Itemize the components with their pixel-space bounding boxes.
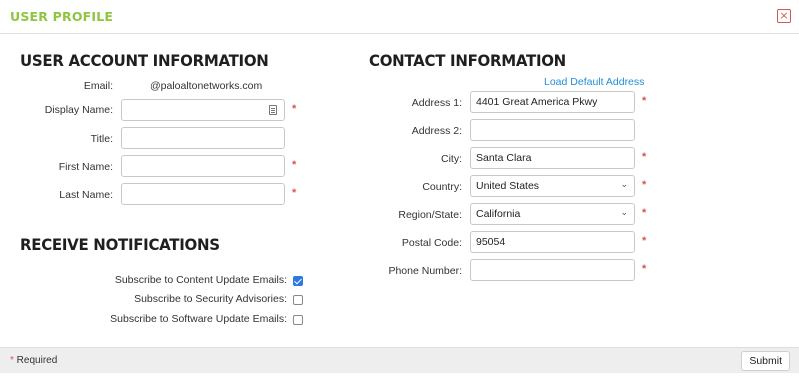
required-note-text: Required bbox=[13, 355, 58, 366]
country-select[interactable]: United States ⌄ bbox=[470, 175, 635, 197]
required-marker: * bbox=[292, 187, 297, 199]
address1-value: 4401 Great America Pkwy bbox=[476, 96, 598, 108]
phone-input[interactable] bbox=[470, 259, 635, 281]
country-label: Country: bbox=[422, 181, 462, 193]
postal-code-label: Postal Code: bbox=[401, 237, 462, 249]
title-input[interactable] bbox=[121, 127, 285, 149]
required-marker: * bbox=[642, 235, 647, 247]
first-name-input[interactable] bbox=[121, 155, 285, 177]
content-update-checkbox[interactable] bbox=[293, 276, 303, 286]
city-input[interactable]: Santa Clara bbox=[470, 147, 635, 169]
required-marker: * bbox=[642, 95, 647, 107]
phone-label: Phone Number: bbox=[388, 265, 462, 277]
contact-card-icon[interactable] bbox=[269, 105, 277, 115]
required-marker: * bbox=[292, 103, 297, 115]
city-label: City: bbox=[441, 153, 462, 165]
chevron-down-icon: ⌄ bbox=[620, 208, 628, 218]
software-update-label: Subscribe to Software Update Emails: bbox=[110, 313, 287, 325]
title-label: Title: bbox=[90, 133, 113, 145]
notifications-section-heading: RECEIVE NOTIFICATIONS bbox=[20, 235, 220, 255]
postal-code-input[interactable]: 95054 bbox=[470, 231, 635, 253]
contact-section-heading: CONTACT INFORMATION bbox=[369, 51, 566, 71]
address2-input[interactable] bbox=[470, 119, 635, 141]
security-advisories-label: Subscribe to Security Advisories: bbox=[134, 293, 287, 305]
region-value: California bbox=[476, 208, 521, 220]
country-value: United States bbox=[476, 180, 540, 192]
region-label: Region/State: bbox=[398, 209, 462, 221]
dialog-header: USER PROFILE × bbox=[0, 0, 799, 34]
software-update-checkbox[interactable] bbox=[293, 315, 303, 325]
dialog-footer: * Required Submit bbox=[0, 347, 799, 373]
required-marker: * bbox=[642, 179, 647, 191]
account-section-heading: USER ACCOUNT INFORMATION bbox=[20, 51, 269, 71]
security-advisories-checkbox[interactable] bbox=[293, 295, 303, 305]
email-label: Email: bbox=[83, 80, 113, 92]
email-value: @paloaltonetworks.com bbox=[150, 80, 263, 92]
address1-label: Address 1: bbox=[411, 97, 462, 109]
chevron-down-icon: ⌄ bbox=[620, 180, 628, 190]
close-icon[interactable]: × bbox=[777, 9, 791, 23]
address2-label: Address 2: bbox=[411, 125, 462, 137]
address1-input[interactable]: 4401 Great America Pkwy bbox=[470, 91, 635, 113]
city-value: Santa Clara bbox=[476, 152, 532, 164]
content-update-label: Subscribe to Content Update Emails: bbox=[114, 274, 287, 286]
last-name-label: Last Name: bbox=[59, 189, 113, 201]
load-default-address-link[interactable]: Load Default Address bbox=[544, 76, 644, 88]
postal-code-value: 95054 bbox=[476, 236, 506, 248]
region-select[interactable]: California ⌄ bbox=[470, 203, 635, 225]
required-marker: * bbox=[642, 207, 647, 219]
required-marker: * bbox=[292, 159, 297, 171]
last-name-input[interactable] bbox=[121, 183, 285, 205]
required-marker: * bbox=[642, 263, 647, 275]
display-name-input[interactable] bbox=[121, 99, 285, 121]
required-marker: * bbox=[642, 151, 647, 163]
required-note: * Required bbox=[10, 355, 57, 366]
first-name-label: First Name: bbox=[58, 161, 113, 173]
display-name-label: Display Name: bbox=[44, 104, 113, 116]
dialog-title: USER PROFILE bbox=[10, 9, 114, 24]
submit-button[interactable]: Submit bbox=[741, 351, 790, 371]
